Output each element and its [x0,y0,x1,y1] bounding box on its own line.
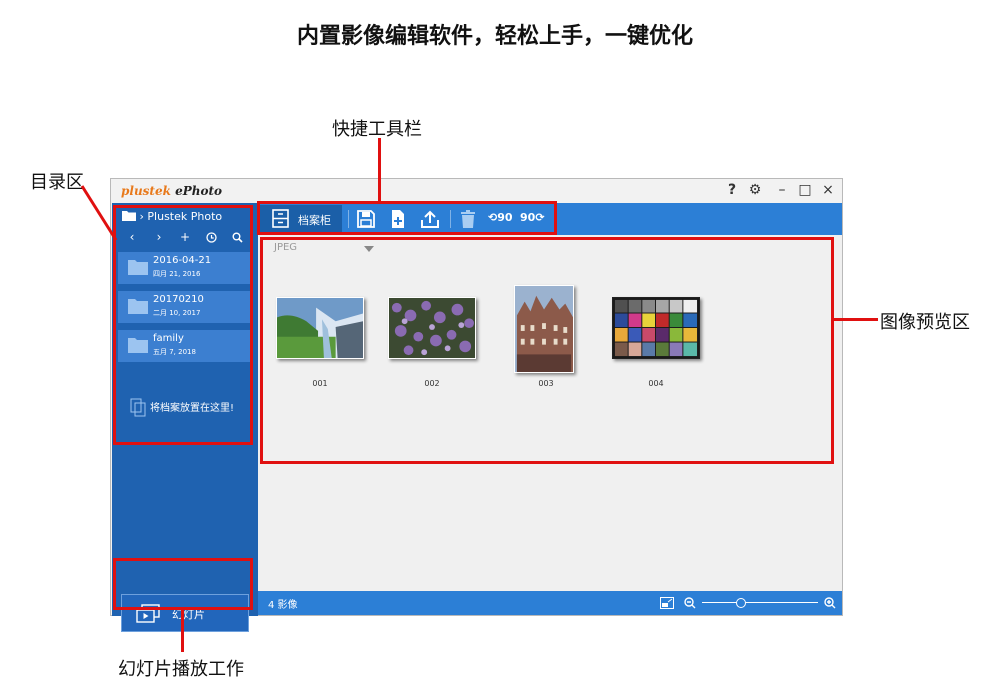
directory-connector [80,185,118,241]
callout-directory: 目录区 [30,172,84,193]
directory-highlight [113,205,253,445]
status-bar: 4 影像 [258,591,842,615]
callout-preview: 图像预览区 [880,312,970,333]
image-count: 4 影像 [268,600,298,611]
slideshow-highlight [113,558,253,610]
fit-view-icon[interactable] [660,597,674,609]
slideshow-connector [181,610,184,652]
gear-icon[interactable]: ⚙ [745,182,765,198]
app-logo: plustek ePhoto [121,184,222,198]
brand-name: plustek [121,184,171,198]
help-icon[interactable]: ? [722,182,742,198]
zoom-slider-handle[interactable] [736,598,746,608]
callout-toolbar: 快捷工具栏 [332,119,422,140]
minimize-icon[interactable]: – [772,182,792,198]
page-headline: 内置影像编辑软件，轻松上手，一键优化 [296,24,693,49]
maximize-icon[interactable]: □ [795,182,815,198]
zoom-out-icon[interactable] [684,597,696,609]
preview-highlight [260,237,834,464]
toolbar-highlight [257,201,557,235]
title-bar: plustek ePhoto ? ⚙ – □ × [111,179,842,203]
zoom-slider-track[interactable] [702,602,818,603]
product-name: ePhoto [175,184,223,198]
close-icon[interactable]: × [818,182,838,198]
toolbar-connector [378,138,381,202]
preview-connector [834,318,878,321]
zoom-in-icon[interactable] [824,597,836,609]
callout-slideshow: 幻灯片播放工作 [118,659,244,680]
